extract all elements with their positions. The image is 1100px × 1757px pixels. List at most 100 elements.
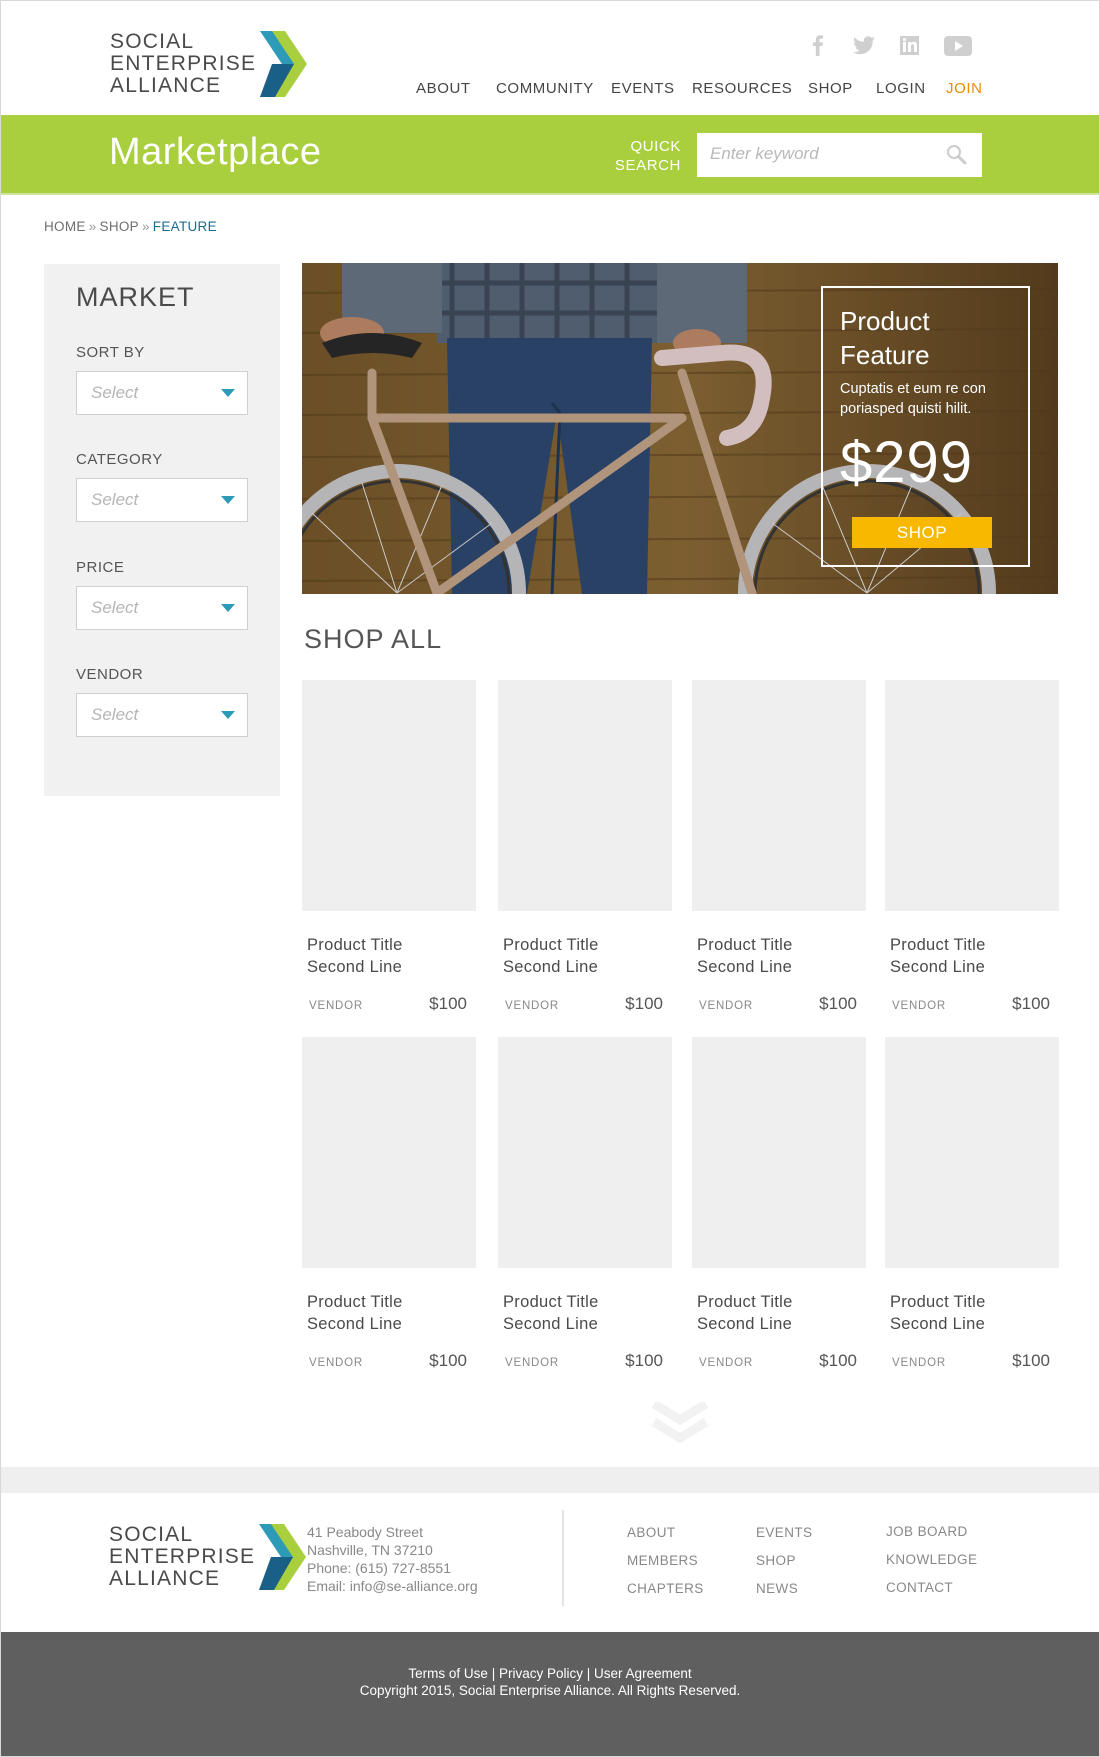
- nav-community[interactable]: COMMUNITY: [496, 80, 594, 97]
- footer-email[interactable]: Email: info@se-alliance.org: [307, 1577, 478, 1595]
- nav-login[interactable]: LOGIN: [876, 80, 926, 97]
- footer-logo-line-1: SOCIAL: [109, 1523, 194, 1546]
- breadcrumb: HOME» SHOP» FEATURE: [44, 219, 217, 234]
- product-card[interactable]: Product Title Second Line VENDOR $100: [885, 1037, 1059, 1370]
- footer-address: 41 Peabody Street Nashville, TN 37210 Ph…: [307, 1523, 478, 1595]
- footer-link-news[interactable]: NEWS: [756, 1581, 798, 1596]
- product-image[interactable]: [302, 1037, 476, 1268]
- category-label: CATEGORY: [76, 451, 163, 468]
- product-card[interactable]: Product Title Second Line VENDOR $100: [885, 680, 1059, 1013]
- price-value: Select: [91, 598, 139, 617]
- feature-title-line-1: Product: [840, 306, 930, 336]
- product-title[interactable]: Product Title: [503, 1293, 599, 1312]
- search-icon[interactable]: [946, 144, 968, 166]
- sort-by-select[interactable]: Select: [76, 371, 248, 415]
- site-logo[interactable]: SOCIAL ENTERPRISE ALLIANCE: [110, 31, 308, 97]
- product-price: $100: [625, 1351, 663, 1370]
- price-select[interactable]: Select: [76, 586, 248, 630]
- footer-link-chapters[interactable]: CHAPTERS: [627, 1581, 704, 1596]
- product-image[interactable]: [302, 680, 476, 911]
- product-image[interactable]: [885, 680, 1059, 911]
- product-vendor: VENDOR: [699, 1357, 754, 1369]
- product-title-second-line[interactable]: Second Line: [503, 958, 598, 977]
- twitter-icon[interactable]: [851, 32, 877, 58]
- sidebar-title: MARKET: [76, 282, 195, 312]
- footer-link-contact[interactable]: CONTACT: [886, 1580, 953, 1595]
- load-more-chevron-icon[interactable]: [652, 1402, 708, 1446]
- feature-price: $299: [840, 430, 974, 495]
- product-vendor: VENDOR: [892, 1000, 947, 1012]
- footer-link-job-board[interactable]: JOB BOARD: [886, 1524, 968, 1539]
- chevron-down-icon: [221, 711, 235, 719]
- product-title[interactable]: Product Title: [307, 1293, 403, 1312]
- footer-link-events[interactable]: EVENTS: [756, 1525, 812, 1540]
- youtube-icon[interactable]: [943, 32, 972, 58]
- product-title-second-line[interactable]: Second Line: [307, 958, 402, 977]
- breadcrumb-separator: »: [141, 219, 150, 234]
- privacy-link[interactable]: Privacy Policy: [499, 1666, 583, 1681]
- footer-street: 41 Peabody Street: [307, 1524, 423, 1540]
- product-title[interactable]: Product Title: [503, 936, 599, 955]
- footer-link-members[interactable]: MEMBERS: [627, 1553, 698, 1568]
- logo-wordmark: SOCIAL ENTERPRISE ALLIANCE: [110, 31, 256, 97]
- product-card[interactable]: Product Title Second Line VENDOR $100: [498, 680, 672, 1013]
- product-feature-hero: Product Feature Cuptatis et eum re con p…: [302, 263, 1058, 594]
- copyright: Copyright 2015, Social Enterprise Allian…: [359, 1683, 741, 1698]
- product-title-second-line[interactable]: Second Line: [697, 1315, 792, 1334]
- product-feature-card: Product Feature Cuptatis et eum re con p…: [821, 286, 1030, 567]
- nav-about[interactable]: ABOUT: [416, 80, 471, 97]
- category-select[interactable]: Select: [76, 478, 248, 522]
- quick-search-box: [697, 133, 982, 177]
- search-input[interactable]: [697, 133, 940, 175]
- product-title[interactable]: Product Title: [697, 936, 793, 955]
- nav-resources[interactable]: RESOURCES: [692, 80, 792, 97]
- product-image[interactable]: [692, 680, 866, 911]
- product-image[interactable]: [885, 1037, 1059, 1268]
- product-card[interactable]: Product Title Second Line VENDOR $100: [498, 1037, 672, 1370]
- product-card[interactable]: Product Title Second Line VENDOR $100: [302, 680, 476, 1013]
- product-image[interactable]: [692, 1037, 866, 1268]
- product-price: $100: [1012, 1351, 1050, 1370]
- nav-events[interactable]: EVENTS: [611, 80, 675, 97]
- user-agreement-link[interactable]: User Agreement: [594, 1666, 692, 1681]
- feature-shop-button[interactable]: SHOP: [852, 517, 992, 548]
- footer-link-knowledge[interactable]: KNOWLEDGE: [886, 1552, 977, 1567]
- facebook-icon[interactable]: [805, 32, 831, 58]
- terms-link[interactable]: Terms of Use: [408, 1666, 488, 1681]
- product-image[interactable]: [498, 680, 672, 911]
- breadcrumb-shop[interactable]: SHOP: [100, 219, 139, 234]
- product-title[interactable]: Product Title: [307, 936, 403, 955]
- product-title-second-line[interactable]: Second Line: [697, 958, 792, 977]
- footer-link-shop[interactable]: SHOP: [756, 1553, 796, 1568]
- legal-links: Terms of Use | Privacy Policy | User Agr…: [1, 1666, 1099, 1681]
- product-title[interactable]: Product Title: [697, 1293, 793, 1312]
- product-vendor: VENDOR: [505, 1000, 560, 1012]
- product-card[interactable]: Product Title Second Line VENDOR $100: [692, 680, 866, 1013]
- breadcrumb-home[interactable]: HOME: [44, 219, 86, 234]
- product-title-second-line[interactable]: Second Line: [307, 1315, 402, 1334]
- footer-logo-line-3: ALLIANCE: [109, 1567, 221, 1590]
- product-vendor: VENDOR: [699, 1000, 754, 1012]
- product-title-second-line[interactable]: Second Line: [890, 1315, 985, 1334]
- product-title[interactable]: Product Title: [890, 1293, 986, 1312]
- product-card[interactable]: Product Title Second Line VENDOR $100: [302, 1037, 476, 1370]
- product-price: $100: [819, 1351, 857, 1370]
- product-title-second-line[interactable]: Second Line: [890, 958, 985, 977]
- feature-description: Cuptatis et eum re con poriasped quisti …: [840, 381, 986, 417]
- product-price: $100: [819, 994, 857, 1013]
- linkedin-icon[interactable]: [897, 32, 923, 58]
- nav-shop[interactable]: SHOP: [808, 80, 853, 97]
- footer-logo[interactable]: SOCIAL ENTERPRISE ALLIANCE: [109, 1524, 307, 1590]
- footer-link-about[interactable]: ABOUT: [627, 1525, 676, 1540]
- product-title-second-line[interactable]: Second Line: [503, 1315, 598, 1334]
- product-card[interactable]: Product Title Second Line VENDOR $100: [692, 1037, 866, 1370]
- nav-join[interactable]: JOIN: [946, 80, 983, 97]
- footer-phone: Phone: (615) 727-8551: [307, 1560, 451, 1576]
- product-image[interactable]: [498, 1037, 672, 1268]
- vendor-select[interactable]: Select: [76, 693, 248, 737]
- product-title[interactable]: Product Title: [890, 936, 986, 955]
- footer-city: Nashville, TN 37210: [307, 1542, 433, 1558]
- logo-chevron-icon: [260, 31, 308, 97]
- product-price: $100: [1012, 994, 1050, 1013]
- quick-search-label-line-1: QUICK: [630, 138, 681, 155]
